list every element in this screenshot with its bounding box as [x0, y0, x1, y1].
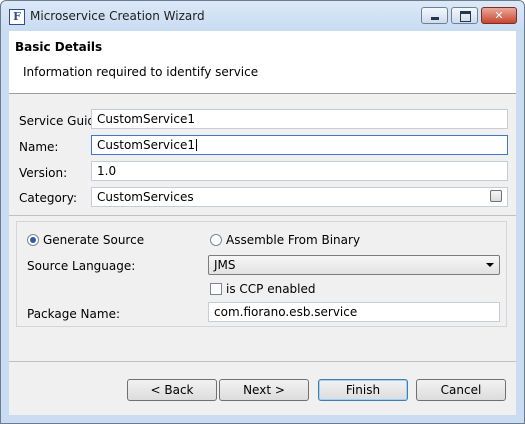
title-bar[interactable]: F Microservice Creation Wizard ✕ [1, 1, 524, 31]
source-language-label: Source Language: [27, 259, 136, 273]
ccp-label[interactable]: is CCP enabled [226, 282, 316, 296]
back-button[interactable]: < Back [127, 379, 217, 401]
category-label: Category: [19, 191, 77, 205]
minimize-icon [431, 17, 439, 20]
close-button[interactable]: ✕ [481, 7, 517, 24]
text-caret [195, 139, 197, 151]
minimize-button[interactable] [421, 7, 448, 24]
wizard-header: Basic Details Information required to id… [9, 31, 516, 94]
name-field[interactable]: CustomService1 [91, 135, 508, 155]
version-field[interactable]: 1.0 [91, 161, 508, 181]
name-label: Name: [19, 140, 59, 154]
assemble-binary-label[interactable]: Assemble From Binary [226, 233, 360, 247]
ccp-checkbox[interactable] [210, 283, 222, 295]
name-value: CustomService1 [97, 138, 195, 152]
page-title: Basic Details [15, 40, 103, 54]
generate-source-radio[interactable] [27, 234, 39, 246]
next-button[interactable]: Next > [219, 379, 309, 401]
button-divider [9, 361, 516, 362]
service-guid-label: Service Guid: [19, 114, 100, 128]
category-browse-button[interactable] [490, 190, 502, 202]
finish-button[interactable]: Finish [318, 379, 408, 401]
package-name-field[interactable]: com.fiorano.esb.service [208, 302, 500, 322]
generate-source-label[interactable]: Generate Source [43, 233, 144, 247]
service-guid-field[interactable]: CustomService1 [91, 109, 508, 129]
wizard-body: Basic Details Information required to id… [9, 31, 516, 415]
maximize-icon [460, 11, 471, 22]
package-name-label: Package Name: [27, 307, 120, 321]
dropdown-arrow-icon [486, 263, 494, 267]
source-language-select[interactable]: JMS [208, 255, 500, 275]
category-value: CustomServices [97, 190, 194, 204]
source-language-value: JMS [214, 258, 236, 272]
close-icon: ✕ [494, 9, 504, 22]
maximize-button[interactable] [451, 7, 478, 24]
assemble-binary-radio[interactable] [210, 234, 222, 246]
app-logo-icon: F [9, 9, 25, 25]
category-field[interactable]: CustomServices [91, 187, 508, 207]
wizard-window: F Microservice Creation Wizard ✕ Basic D… [0, 0, 525, 424]
page-description: Information required to identify service [23, 65, 259, 79]
version-label: Version: [19, 166, 68, 180]
divider [9, 215, 516, 216]
cancel-button[interactable]: Cancel [416, 379, 506, 401]
window-title: Microservice Creation Wizard [30, 9, 205, 23]
